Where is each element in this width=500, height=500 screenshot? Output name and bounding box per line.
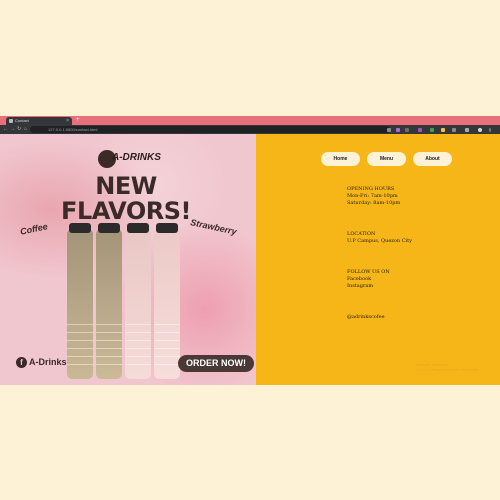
forward-icon[interactable]: → xyxy=(10,125,15,134)
extension-icon[interactable] xyxy=(465,127,469,132)
watermark-line2: Go to Settings to activate Windows. xyxy=(416,367,480,372)
bottle-cap xyxy=(98,223,120,233)
reload-icon[interactable]: ↻ xyxy=(17,125,21,134)
bottle-cap xyxy=(69,223,91,233)
follow-instagram-link[interactable]: Instagram xyxy=(347,283,390,290)
close-tab-icon[interactable]: × xyxy=(66,117,69,125)
extension-icon[interactable] xyxy=(396,127,400,132)
headline-line2: FLAVORS! xyxy=(61,197,191,225)
browser-toolbar: ← → ↻ ⌂ 127.0.0.1:5500/contact.html xyxy=(0,125,500,134)
headline: NEW FLAVORS! xyxy=(56,174,196,224)
tab-strip: Contact × + xyxy=(0,116,500,125)
favicon-icon xyxy=(9,119,13,123)
extension-icon[interactable] xyxy=(387,127,391,132)
follow-title: FOLLOW US ON xyxy=(347,269,390,275)
email-handle: @adrinkscofee xyxy=(347,314,385,320)
extension-icon[interactable] xyxy=(441,127,445,132)
address-bar[interactable]: 127.0.0.1:5500/contact.html xyxy=(30,126,390,133)
extension-icon[interactable] xyxy=(405,127,409,132)
extension-icon[interactable] xyxy=(452,127,456,132)
home-icon[interactable]: ⌂ xyxy=(24,125,27,134)
location-value: U.P Campus, Quezon City xyxy=(347,238,413,244)
new-tab-button[interactable]: + xyxy=(76,116,80,125)
extension-icon[interactable] xyxy=(418,127,422,132)
location-title: LOCATION xyxy=(347,231,376,237)
page-content: A-DRINKS NEW FLAVORS! Coffee Strawberry … xyxy=(0,134,500,385)
hours-weekday: Mon-Fri: 7am-10pm xyxy=(347,193,398,199)
flavor-label-coffee: Coffee xyxy=(19,221,49,237)
promo-banner: A-DRINKS NEW FLAVORS! Coffee Strawberry … xyxy=(0,134,256,385)
tab-title: Contact xyxy=(15,118,29,123)
bottle-cap xyxy=(156,223,178,233)
info-panel xyxy=(256,134,500,385)
hours-saturday: Saturday: 8am-10pm xyxy=(347,200,401,206)
coffee-bottle xyxy=(67,223,93,379)
browser-chrome: Contact × + ← → ↻ ⌂ 127.0.0.1:5500/conta… xyxy=(0,116,500,134)
strawberry-bottle xyxy=(125,223,151,379)
follow-us: FOLLOW US ON Facebook Instagram xyxy=(347,269,390,290)
flavor-label-strawberry: Strawberry xyxy=(189,217,238,237)
facebook-icon: f xyxy=(16,357,27,368)
profile-avatar-icon[interactable] xyxy=(478,127,482,132)
menu-dots-icon[interactable] xyxy=(489,127,491,132)
tab-contact[interactable]: Contact × xyxy=(6,117,72,125)
headline-line1: NEW xyxy=(95,172,157,200)
opening-hours: OPENING HOURS Mon-Fri: 7am-10pm Saturday… xyxy=(347,186,400,207)
bottle-cap xyxy=(127,223,149,233)
coffee-bottle xyxy=(96,223,122,379)
facebook-handle-text: A-Drinks xyxy=(29,357,67,367)
order-now-button[interactable]: ORDER NOW! xyxy=(178,355,254,372)
follow-facebook-link[interactable]: Facebook xyxy=(347,276,390,283)
nav-home-button[interactable]: Home xyxy=(321,152,360,166)
windows-watermark: Activate Windows Go to Settings to activ… xyxy=(416,362,479,372)
back-icon[interactable]: ← xyxy=(3,125,8,134)
strawberry-bottle xyxy=(154,223,180,379)
location: LOCATION U.P Campus, Quezon City xyxy=(347,231,412,245)
brand-name: A-DRINKS xyxy=(112,152,161,163)
nav-menu-button[interactable]: Menu xyxy=(367,152,406,166)
opening-hours-title: OPENING HOURS xyxy=(347,186,395,192)
extension-icon[interactable] xyxy=(430,127,434,132)
nav-about-button[interactable]: About xyxy=(413,152,452,166)
